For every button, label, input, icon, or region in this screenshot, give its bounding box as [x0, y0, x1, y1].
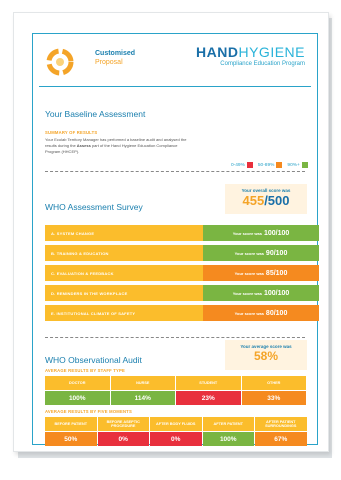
moment-label: AFTER PATIENT SURROUNDINGS [255, 417, 307, 431]
staff-label: DOCTOR [45, 376, 110, 390]
baseline-description: Your Ecolab Territory Manager has perfor… [45, 137, 187, 154]
survey-row-score: Your score was 85/100 [203, 265, 319, 281]
survey-row-label: E. INSTITUTIONAL CLIMATE OF SAFETY [45, 305, 203, 321]
moment-value: 67% [255, 432, 307, 446]
staff-cell: NURSE 114% [110, 376, 175, 405]
survey-row: B. TRAINING & EDUCATION Your score was 90/… [45, 245, 319, 261]
survey-row: C. EVALUATION & FEEDBACK Your score was 85… [45, 265, 319, 281]
average-score-value: 58% [253, 349, 279, 363]
survey-row-label: D. REMINDERS IN THE WORKPLACE [45, 285, 203, 301]
content-frame: Customised Proposal HANDHYGIENE Complian… [32, 33, 319, 446]
survey-row-score: Your score was 100/100 [203, 285, 319, 301]
survey-row-label: A. SYSTEM CHANGE [45, 225, 203, 241]
moment-label: AFTER PATIENT [202, 417, 254, 431]
brand-block: HANDHYGIENE Compliance Education Program [196, 44, 305, 68]
survey-row-score: Your score was 90/100 [203, 245, 319, 261]
staff-value: 33% [241, 391, 306, 405]
moment-cell: AFTER PATIENT SURROUNDINGS 67% [255, 417, 307, 446]
overall-score-box: Your overall score was 455/500 [225, 184, 307, 214]
baseline-title: Your Baseline Assessment [45, 109, 146, 119]
staff-table: DOCTOR 100% NURSE 114% STUDENT 23% OTHER 33% [45, 376, 307, 405]
overall-score-value: 455/500 [242, 193, 290, 208]
header-divider [39, 86, 311, 87]
moments-heading: AVERAGE RESULTS BY FIVE MOMENTS [45, 409, 132, 414]
legend-label-low: 0-49% [231, 162, 245, 168]
staff-cell: STUDENT 23% [176, 376, 241, 405]
legend-label-mid: 50-89% [257, 162, 275, 168]
legend-swatch-low [246, 162, 253, 168]
staff-value: 23% [176, 391, 241, 405]
hand-hygiene-logo-icon [46, 48, 74, 76]
dashed-divider [45, 171, 305, 172]
staff-label: STUDENT [176, 376, 241, 390]
moment-value: 0% [97, 432, 149, 446]
brand-wordmark: HANDHYGIENE [196, 44, 305, 60]
survey-row: D. REMINDERS IN THE WORKPLACE Your score … [45, 285, 319, 301]
audit-title: WHO Observational Audit [45, 355, 142, 365]
survey-row: E. INSTITUTIONAL CLIMATE OF SAFETY Your s… [45, 305, 319, 321]
legend-label-high: 90%+ [287, 162, 300, 168]
staff-cell: OTHER 33% [241, 376, 306, 405]
proposal-subtitle: Proposal [95, 59, 123, 66]
moment-cell: BEFORE ASEPTIC PROCEDURE 0% [97, 417, 149, 446]
survey-row-label: B. TRAINING & EDUCATION [45, 245, 203, 261]
moment-label: BEFORE ASEPTIC PROCEDURE [97, 417, 149, 431]
brand-subtitle: Compliance Education Program [220, 61, 305, 67]
moment-cell: AFTER BODY FLUIDS 0% [150, 417, 202, 446]
dashed-divider [45, 337, 305, 338]
moments-table: BEFORE PATIENT 50% BEFORE ASEPTIC PROCEDUR… [45, 417, 308, 446]
score-legend: 0-49% 50-89% 90%+ [231, 162, 313, 168]
moment-label: AFTER BODY FLUIDS [150, 417, 202, 431]
moment-value: 0% [150, 432, 202, 446]
proposal-label: Customised Proposal [95, 49, 135, 67]
survey-title: WHO Assessment Survey [45, 202, 143, 212]
survey-row-score: Your score was 100/100 [203, 225, 319, 241]
staff-label: NURSE [110, 376, 175, 390]
summary-heading: SUMMARY OF RESULTS [45, 130, 98, 135]
staff-value: 100% [45, 391, 110, 405]
staff-cell: DOCTOR 100% [45, 376, 110, 405]
survey-row: A. SYSTEM CHANGE Your score was 100/100 [45, 225, 319, 241]
legend-swatch-high [301, 162, 308, 168]
moment-value: 100% [202, 432, 254, 446]
proposal-title: Customised [95, 50, 136, 57]
legend-swatch-mid [276, 162, 283, 168]
survey-row-score: Your score was 80/100 [203, 305, 319, 321]
staff-value: 114% [110, 391, 175, 405]
average-score-box: Your average score was 58% [225, 340, 307, 370]
moment-cell: BEFORE PATIENT 50% [45, 417, 97, 446]
moment-cell: AFTER PATIENT 100% [202, 417, 254, 446]
moment-value: 50% [45, 432, 97, 446]
survey-rows: A. SYSTEM CHANGE Your score was 100/100 B. … [45, 225, 319, 325]
survey-row-label: C. EVALUATION & FEEDBACK [45, 265, 203, 281]
staff-label: OTHER [241, 376, 306, 390]
moment-label: BEFORE PATIENT [45, 417, 97, 431]
proposal-page: Customised Proposal HANDHYGIENE Complian… [13, 12, 329, 452]
staff-heading: AVERAGE RESULTS BY STAFF TYPE [45, 368, 125, 373]
